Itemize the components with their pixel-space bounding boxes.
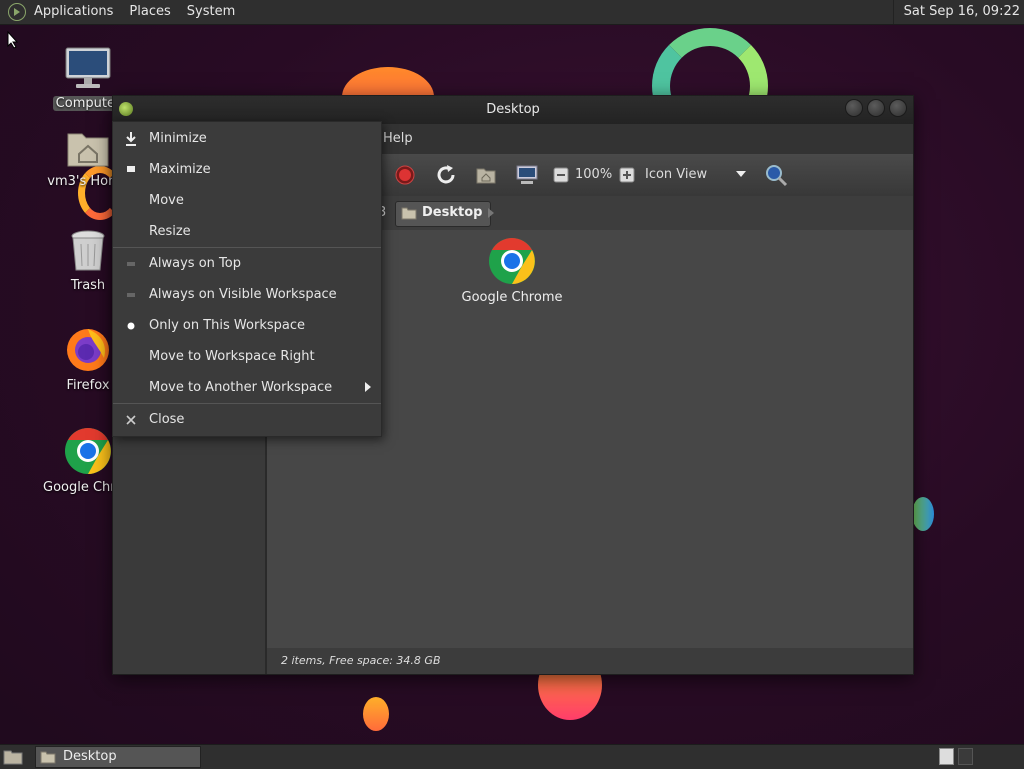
chrome-icon — [65, 428, 111, 474]
desktop-icon-label: Firefox — [66, 378, 110, 393]
menu-help[interactable]: Help — [383, 124, 413, 154]
radio-icon — [127, 293, 135, 297]
menu-item-move[interactable]: Move — [113, 185, 381, 216]
maximize-icon — [127, 166, 135, 172]
path-segment-label: Desktop — [422, 205, 483, 220]
bottom-panel: Desktop — [0, 744, 1024, 769]
chevron-down-icon[interactable] — [736, 171, 746, 179]
menu-item-maximize[interactable]: Maximize — [113, 154, 381, 185]
window-context-menu: Minimize Maximize Move Resize Always on … — [112, 121, 382, 437]
submenu-arrow-icon — [365, 382, 371, 392]
folder-icon — [40, 751, 56, 764]
folder-icon — [401, 207, 417, 220]
zoom-in-icon[interactable] — [619, 167, 635, 183]
status-text: 2 items, Free space: 34.8 GB — [281, 654, 441, 667]
menu-item-resize[interactable]: Resize — [113, 216, 381, 247]
window-menu-icon[interactable] — [119, 102, 133, 116]
home-icon[interactable] — [475, 164, 497, 186]
close-icon — [126, 415, 136, 425]
top-panel: Applications Places System Sat Sep 16, 0… — [0, 0, 1024, 25]
menu-item-always-on-top[interactable]: Always on Top — [113, 248, 381, 279]
places-menu[interactable]: Places — [121, 0, 178, 24]
chevron-right-icon[interactable] — [487, 208, 495, 218]
trash-icon — [71, 230, 105, 271]
path-segment-current[interactable]: Desktop — [395, 201, 492, 227]
computer-icon — [65, 47, 111, 88]
wallpaper-shape — [912, 497, 934, 531]
stop-icon[interactable] — [395, 165, 415, 185]
window-title: Desktop — [486, 102, 540, 117]
workspace-switcher-inactive[interactable] — [958, 748, 973, 765]
menu-item-close[interactable]: Close — [113, 404, 381, 435]
system-menu[interactable]: System — [179, 0, 243, 24]
checkbox-icon — [127, 262, 135, 266]
firefox-icon — [67, 329, 109, 371]
menu-item-only-this-workspace[interactable]: Only on This Workspace — [113, 310, 381, 341]
reload-icon[interactable] — [435, 164, 457, 186]
show-desktop-icon[interactable] — [3, 749, 23, 765]
menu-item-minimize[interactable]: Minimize — [113, 123, 381, 154]
mouse-cursor-icon — [7, 31, 19, 49]
window-minimize-button[interactable] — [845, 99, 863, 117]
menu-item-move-another-workspace[interactable]: Move to Another Workspace — [113, 372, 381, 403]
mate-logo-icon[interactable] — [8, 3, 26, 21]
menu-item-always-visible-workspace[interactable]: Always on Visible Workspace — [113, 279, 381, 310]
taskbar-label: Desktop — [63, 749, 117, 764]
zoom-level[interactable]: 100% — [575, 154, 612, 196]
window-close-button[interactable] — [889, 99, 907, 117]
window-maximize-button[interactable] — [867, 99, 885, 117]
applications-menu[interactable]: Applications — [26, 0, 121, 24]
chrome-icon — [489, 238, 535, 284]
zoom-out-icon[interactable] — [553, 167, 569, 183]
clock[interactable]: Sat Sep 16, 09:22 — [892, 0, 1024, 24]
taskbar-button-desktop[interactable]: Desktop — [35, 746, 201, 768]
file-item-chrome[interactable]: Google Chrome — [447, 236, 577, 305]
radio-selected-icon — [127, 322, 135, 330]
menu-item-move-workspace-right[interactable]: Move to Workspace Right — [113, 341, 381, 372]
file-item-label: Google Chrome — [461, 290, 563, 305]
minimize-icon — [126, 132, 136, 146]
wallpaper-shape — [363, 697, 389, 731]
workspace-switcher-active[interactable] — [939, 748, 954, 765]
desktop-icon-label: Trash — [70, 278, 106, 293]
view-mode-select[interactable]: Icon View — [645, 154, 707, 196]
window-titlebar[interactable]: Desktop — [113, 96, 913, 124]
computer-icon[interactable] — [516, 164, 538, 186]
search-icon[interactable] — [764, 163, 788, 187]
home-folder-icon — [67, 133, 109, 167]
status-bar: 2 items, Free space: 34.8 GB — [267, 648, 913, 674]
